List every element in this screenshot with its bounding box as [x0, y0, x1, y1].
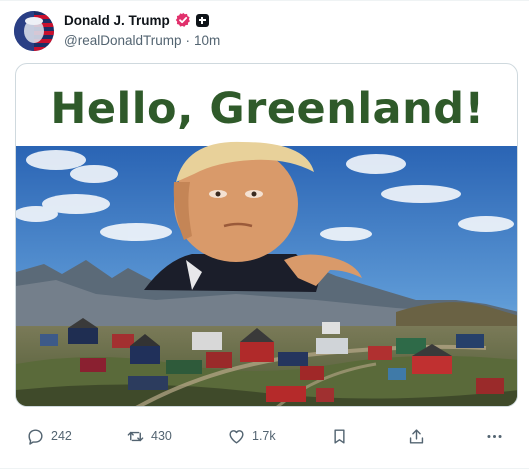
repost-count: 430: [151, 429, 172, 443]
post-media[interactable]: Hello, Greenland!: [15, 63, 518, 407]
author-display-name[interactable]: Donald J. Trump: [64, 13, 170, 28]
repost-icon: [127, 431, 144, 441]
share-button[interactable]: [407, 421, 426, 451]
like-count: 1.7k: [252, 429, 276, 443]
more-icon: [487, 434, 502, 438]
reply-button[interactable]: 242: [26, 421, 72, 451]
affiliate-badge-icon: [195, 13, 209, 27]
post-header: Donald J. Trump @realDonaldTrump · 10m: [64, 11, 504, 51]
bookmark-button[interactable]: [330, 421, 349, 451]
verified-badge-icon: [175, 12, 190, 27]
more-button[interactable]: [485, 421, 504, 451]
post-card[interactable]: Donald J. Trump @realDonaldTrump · 10m H…: [0, 0, 529, 469]
avatar[interactable]: [14, 11, 54, 51]
reply-count: 242: [51, 429, 72, 443]
like-button[interactable]: 1.7k: [227, 421, 276, 451]
like-icon: [229, 429, 244, 444]
avatar-image: [14, 11, 54, 51]
share-icon: [409, 428, 424, 444]
media-image: [16, 141, 517, 406]
bookmark-icon: [334, 428, 345, 444]
reply-icon: [28, 428, 43, 445]
post-actions: 242 430 1.7k: [0, 421, 529, 451]
repost-button[interactable]: 430: [126, 421, 172, 451]
meta-separator: ·: [185, 33, 191, 48]
author-handle[interactable]: @realDonaldTrump: [64, 33, 182, 48]
post-timestamp[interactable]: 10m: [194, 33, 220, 48]
